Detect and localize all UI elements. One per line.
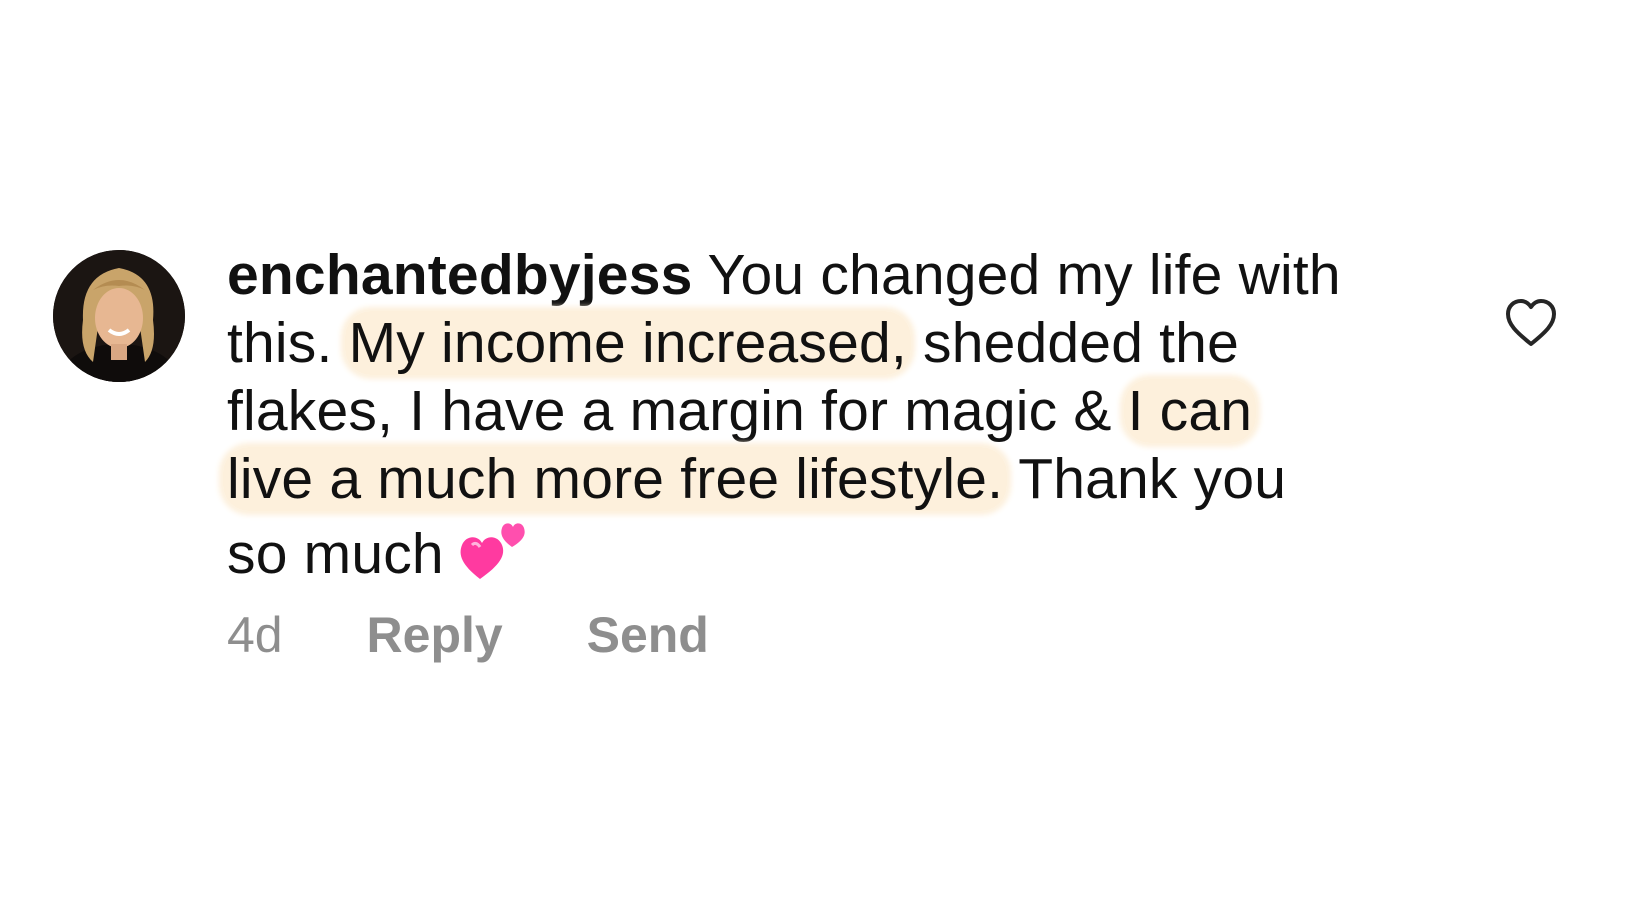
highlighted-text: My income increased, xyxy=(344,311,911,375)
comment-text: enchantedbyjess You changed my life with… xyxy=(223,241,1427,586)
highlighted-text: live a much more free lifestyle. xyxy=(223,447,1008,511)
comment-text-segment: this. xyxy=(227,311,349,375)
heart-outline-icon[interactable] xyxy=(1504,298,1558,348)
avatar[interactable] xyxy=(53,250,185,382)
comment-line: so much xyxy=(227,513,1427,586)
username[interactable]: enchantedbyjess xyxy=(227,243,693,307)
profile-photo xyxy=(53,250,185,382)
comment-line: flakes, I have a margin for magic & I ca… xyxy=(227,377,1427,445)
comment-line: enchantedbyjess You changed my life with xyxy=(227,241,1427,309)
comment-text-segment: so much xyxy=(227,522,444,586)
comment-text-segment: Thank you xyxy=(1003,447,1287,511)
reply-button[interactable]: Reply xyxy=(367,605,503,665)
comment-text-segment: flakes, I have a margin for magic & xyxy=(227,379,1128,443)
comment-text-segment: shedded the xyxy=(906,311,1239,375)
comment-line: live a much more free lifestyle. Thank y… xyxy=(223,445,1427,513)
send-button[interactable]: Send xyxy=(587,605,709,665)
highlighted-text: I can xyxy=(1123,379,1257,443)
comment-text-segment: You changed my life with xyxy=(707,243,1341,307)
comment-meta: 4d Reply Send xyxy=(227,605,1427,665)
comment-line: this. My income increased, shedded the xyxy=(227,309,1427,377)
timestamp: 4d xyxy=(227,607,283,663)
two-hearts-icon xyxy=(458,513,530,598)
comment-body: enchantedbyjess You changed my life with… xyxy=(223,241,1427,665)
comment: enchantedbyjess You changed my life with… xyxy=(0,0,1640,924)
